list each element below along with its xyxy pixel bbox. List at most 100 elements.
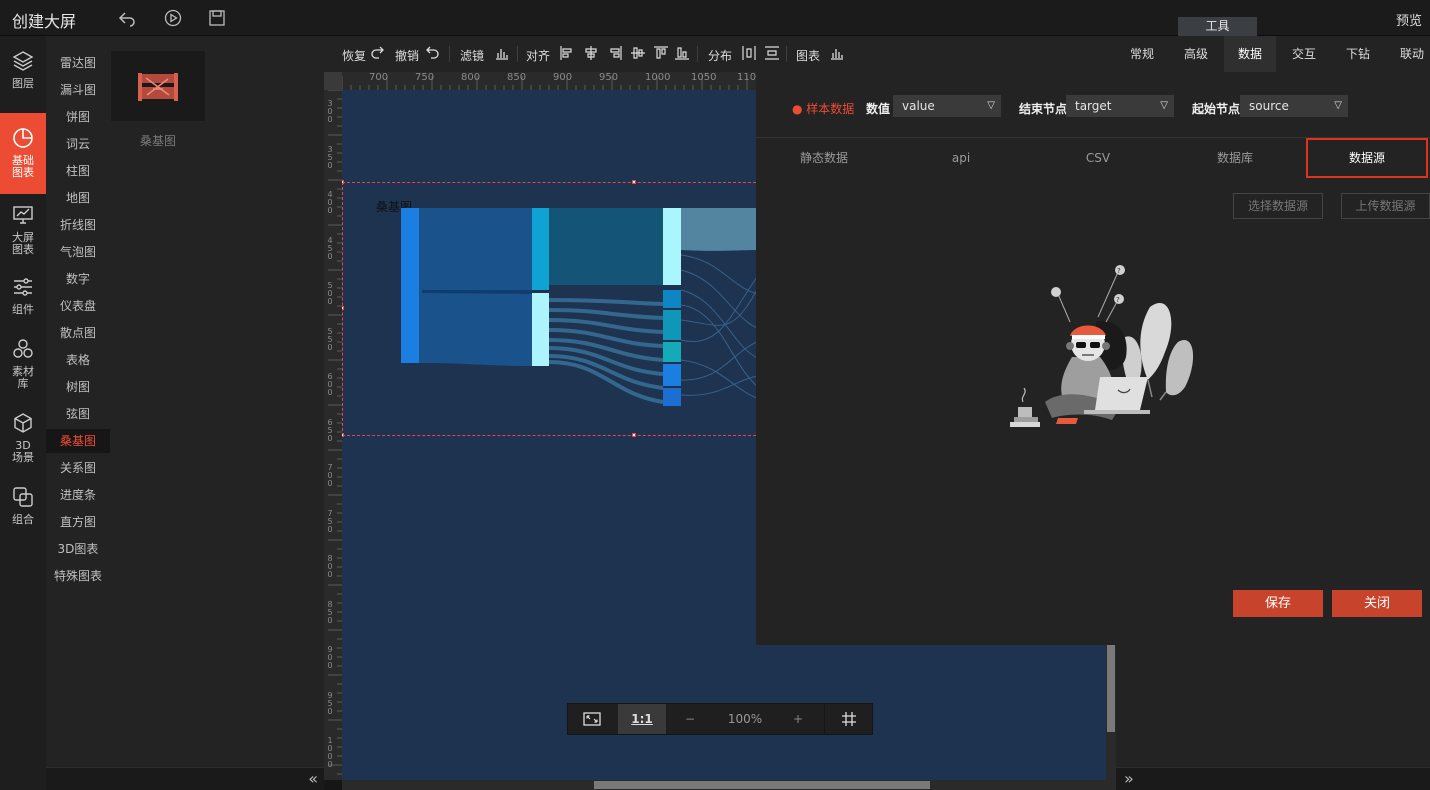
filter-button[interactable]: 滤镜 (460, 47, 484, 64)
tab-database[interactable]: 数据库 (1175, 138, 1295, 178)
tools-tab[interactable]: 工具 (1178, 17, 1257, 36)
select-data-source-button[interactable]: 选择数据源 (1233, 193, 1323, 219)
right-tab[interactable]: 数据 (1224, 36, 1276, 72)
align-top-icon[interactable] (653, 45, 669, 61)
align-right-icon[interactable] (607, 45, 623, 61)
category-item[interactable]: 关系图 (46, 456, 110, 480)
canvas-horizontal-scrollbar[interactable] (342, 780, 1116, 790)
expand-right-icon[interactable]: » (1124, 768, 1134, 790)
save-button[interactable]: 保存 (1233, 590, 1323, 617)
category-item[interactable]: 地图 (46, 186, 110, 210)
zoom-out-button[interactable]: − (678, 704, 702, 734)
back-icon[interactable] (118, 9, 136, 27)
rail-label: 组合 (12, 513, 34, 526)
category-item[interactable]: 仪表盘 (46, 294, 110, 318)
category-item[interactable]: 桑基图 (46, 429, 110, 453)
category-item[interactable]: 漏斗图 (46, 78, 110, 102)
category-item[interactable]: 表格 (46, 348, 110, 372)
sankey-node[interactable] (532, 208, 549, 290)
close-button[interactable]: 关闭 (1332, 590, 1422, 617)
rail-item-materials[interactable]: 素材 库 (0, 338, 46, 416)
save-icon[interactable] (208, 9, 226, 27)
collapse-left-icon[interactable]: « (308, 768, 318, 790)
undo-icon[interactable] (424, 45, 440, 61)
distribute-v-icon[interactable] (764, 45, 780, 61)
chart-icon[interactable] (829, 45, 845, 61)
upload-data-source-button[interactable]: 上传数据源 (1341, 193, 1430, 219)
resize-handle[interactable] (632, 433, 636, 437)
tab-static-data[interactable]: 静态数据 (764, 138, 884, 178)
category-item[interactable]: 进度条 (46, 483, 110, 507)
align-middle-icon[interactable] (630, 45, 646, 61)
ruler-tick-label: 850 (507, 72, 527, 83)
sankey-thumbnail[interactable] (111, 51, 205, 121)
target-field-select[interactable]: target ▽ (1066, 95, 1174, 117)
scroll-thumb[interactable] (594, 781, 930, 789)
sankey-node[interactable] (663, 388, 681, 406)
category-item[interactable]: 折线图 (46, 213, 110, 237)
sankey-node[interactable] (532, 293, 549, 366)
right-tab[interactable]: 常规 (1116, 36, 1168, 72)
category-item[interactable]: 气泡图 (46, 240, 110, 264)
distribute-h-icon[interactable] (741, 45, 757, 61)
align-left-icon[interactable] (559, 45, 575, 61)
grid-icon (841, 712, 856, 726)
category-item[interactable]: 词云 (46, 132, 110, 156)
play-icon[interactable] (164, 9, 182, 27)
distribute-button[interactable]: 分布 (708, 47, 732, 64)
category-item[interactable]: 雷达图 (46, 51, 110, 75)
ruler-tick-text: 1000 (327, 736, 333, 769)
category-item[interactable]: 弦图 (46, 402, 110, 426)
tab-csv[interactable]: CSV (1038, 138, 1158, 178)
tab-data-source[interactable]: 数据源 (1306, 138, 1428, 178)
sample-data-text: 样本数据 (806, 102, 855, 116)
chart-button[interactable]: 图表 (796, 47, 820, 64)
undo-button[interactable]: 撤销 (395, 47, 419, 64)
svg-text:?: ? (1116, 296, 1120, 304)
category-item[interactable]: 数字 (46, 267, 110, 291)
category-item[interactable]: 直方图 (46, 510, 110, 534)
category-item[interactable]: 饼图 (46, 105, 110, 129)
category-item[interactable]: 特殊图表 (46, 564, 110, 588)
right-tab[interactable]: 高级 (1170, 36, 1222, 72)
sankey-node[interactable] (663, 208, 681, 285)
sample-data-label[interactable]: ● 样本数据 (792, 100, 854, 117)
sankey-node[interactable] (663, 364, 681, 386)
category-item[interactable]: 柱图 (46, 159, 110, 183)
category-item[interactable]: 3D图表 (46, 537, 110, 561)
align-bottom-icon[interactable] (674, 45, 690, 61)
preview-button[interactable]: 预览 (1396, 10, 1422, 29)
value-field-select[interactable]: value ▽ (893, 95, 1001, 117)
scroll-thumb[interactable] (1107, 642, 1115, 732)
rail-item-3d-scene[interactable]: 3D 场景 (0, 412, 46, 490)
sankey-node[interactable] (663, 310, 681, 340)
sankey-flow-bundle (548, 298, 664, 404)
zoom-in-button[interactable]: + (786, 704, 810, 734)
one-to-one-button[interactable]: 1:1 (618, 704, 666, 734)
category-item[interactable]: 树图 (46, 375, 110, 399)
redo-icon[interactable] (370, 45, 386, 61)
resize-handle[interactable] (342, 433, 344, 437)
grid-toggle-button[interactable] (824, 704, 872, 734)
right-tab[interactable]: 下钻 (1332, 36, 1384, 72)
bar-chart-icon[interactable] (494, 45, 510, 61)
rail-item-basic-charts[interactable]: 基础 图表 (0, 113, 46, 194)
right-tab[interactable]: 交互 (1278, 36, 1330, 72)
ruler-tick-label: 450 (327, 236, 335, 261)
source-field-select[interactable]: source ▽ (1240, 95, 1348, 117)
sankey-node[interactable] (663, 342, 681, 362)
rail-item-group[interactable]: 组合 (0, 486, 46, 564)
redo-button[interactable]: 恢复 (342, 47, 366, 64)
align-center-h-icon[interactable] (583, 45, 599, 61)
sankey-node[interactable] (663, 290, 681, 308)
rail-item-screen-charts[interactable]: 大屏 图表 (0, 204, 46, 282)
tab-api[interactable]: api (901, 138, 1021, 178)
sankey-node[interactable] (401, 208, 419, 363)
left-footer: « (46, 767, 324, 790)
sankey-flow (549, 208, 663, 285)
fit-screen-button[interactable] (568, 704, 616, 734)
right-tab[interactable]: 联动 (1386, 36, 1430, 72)
category-item[interactable]: 散点图 (46, 321, 110, 345)
sankey-chart[interactable] (342, 90, 762, 410)
align-button[interactable]: 对齐 (526, 47, 550, 64)
